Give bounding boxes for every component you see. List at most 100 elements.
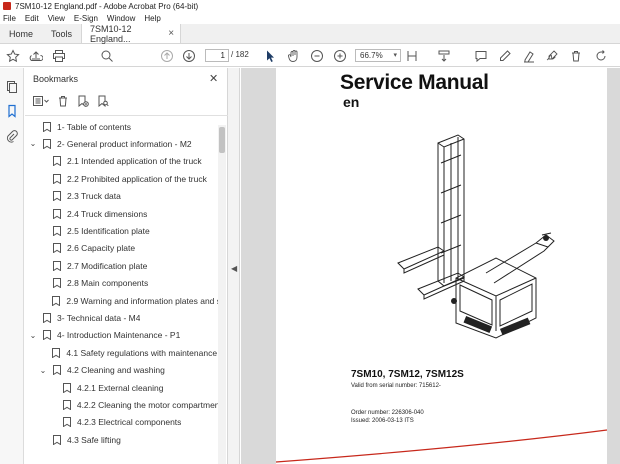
bookmark-item[interactable]: ⌄ 4- Introduction Maintenance - P1	[25, 327, 219, 344]
bookmark-item[interactable]: 4.2.3 Electrical components	[25, 414, 219, 431]
chevron-down-icon[interactable]: ⌄	[29, 139, 37, 148]
bookmark-label: 3- Technical data - M4	[57, 312, 141, 323]
tab-document[interactable]: 7SM10-12 England... ×	[81, 23, 182, 44]
hand-tool-icon[interactable]	[287, 48, 301, 64]
attachments-icon[interactable]	[5, 130, 19, 144]
bookmark-icon	[53, 173, 61, 184]
comment-icon[interactable]	[474, 48, 488, 64]
menu-bar: File Edit View E-Sign Window Help	[0, 12, 620, 24]
bookmark-item[interactable]: 2.2 Prohibited application of the truck	[25, 170, 219, 187]
menu-esign[interactable]: E-Sign	[74, 14, 98, 23]
sign-icon[interactable]	[545, 48, 559, 64]
bookmark-item[interactable]: 3- Technical data - M4	[25, 309, 219, 326]
bookmark-item[interactable]: 2.8 Main components	[25, 275, 219, 292]
delete-bookmark-icon[interactable]	[57, 95, 69, 109]
bookmark-item[interactable]: 2.9 Warning and information plates and s…	[25, 292, 219, 309]
page-number-input[interactable]: 1	[205, 49, 229, 62]
tab-bar: Home Tools 7SM10-12 England... ×	[0, 24, 620, 44]
bookmark-icon	[52, 295, 61, 306]
menu-help[interactable]: Help	[144, 14, 160, 23]
bookmark-icon	[53, 434, 61, 445]
zoom-search-icon[interactable]	[100, 48, 114, 64]
find-bookmark-icon[interactable]	[97, 95, 109, 109]
bookmark-item[interactable]: 1- Table of contents	[25, 118, 219, 135]
bookmark-item[interactable]: 2.7 Modification plate	[25, 257, 219, 274]
bookmark-item[interactable]: 2.1 Intended application of the truck	[25, 153, 219, 170]
scrollbar-thumb[interactable]	[219, 127, 225, 153]
menu-window[interactable]: Window	[107, 14, 135, 23]
document-viewer[interactable]: Service Manual en 7SM10, 7SM12, 7SM12S V…	[241, 68, 620, 464]
divider	[25, 115, 228, 116]
bookmark-icon	[63, 382, 71, 393]
bookmark-item[interactable]: 2.5 Identification plate	[25, 222, 219, 239]
bookmarks-icon[interactable]	[5, 104, 19, 118]
bookmarks-scrollbar[interactable]	[218, 125, 226, 464]
bookmark-label: 4- Introduction Maintenance - P1	[57, 330, 181, 341]
bookmark-label: 2.7 Modification plate	[67, 260, 148, 271]
zoom-out-icon[interactable]	[310, 48, 324, 64]
bookmark-item[interactable]: 4.2.2 Cleaning the motor compartment	[25, 396, 219, 413]
bookmark-label: 2.3 Truck data	[67, 191, 121, 202]
chevron-down-icon: ▾	[393, 52, 397, 59]
tab-home[interactable]: Home	[0, 24, 42, 43]
close-tab-icon[interactable]: ×	[168, 28, 174, 39]
tab-document-label: 7SM10-12 England...	[90, 23, 132, 44]
highlight-icon[interactable]	[522, 48, 536, 64]
print-icon[interactable]	[52, 48, 66, 64]
panel-splitter[interactable]: ◀	[228, 68, 240, 464]
options-menu-icon[interactable]	[33, 95, 49, 109]
zoom-level-value: 66.7%	[360, 51, 383, 60]
bookmark-label: 2.4 Truck dimensions	[67, 208, 148, 219]
bookmark-label: 2.5 Identification plate	[67, 225, 150, 236]
bookmark-icon	[53, 365, 61, 376]
scroll-mode-icon[interactable]	[437, 48, 451, 64]
next-page-icon[interactable]	[182, 48, 196, 64]
bookmark-item[interactable]: ⌄ 4.2 Cleaning and washing	[25, 362, 219, 379]
collapse-panel-icon[interactable]: ◀	[231, 264, 237, 273]
bookmark-item[interactable]: 2.4 Truck dimensions	[25, 205, 219, 222]
previous-page-icon[interactable]	[160, 48, 174, 64]
menu-edit[interactable]: Edit	[25, 14, 39, 23]
page-fit-icon[interactable]	[405, 48, 419, 64]
bookmark-item[interactable]: 2.6 Capacity plate	[25, 240, 219, 257]
pdf-page: Service Manual en 7SM10, 7SM12, 7SM12S V…	[276, 68, 607, 464]
bookmark-icon	[43, 121, 51, 132]
bookmark-item[interactable]: 2.3 Truck data	[25, 188, 219, 205]
bookmark-label: 2.1 Intended application of the truck	[67, 156, 202, 167]
tab-tools[interactable]: Tools	[42, 24, 81, 43]
chevron-down-icon[interactable]: ⌄	[29, 331, 37, 340]
bookmarks-tree: 1- Table of contents ⌄ 2- General product …	[25, 118, 219, 464]
bookmark-icon	[43, 312, 51, 323]
bookmark-label: 4.2.2 Cleaning the motor compartment	[76, 399, 219, 410]
bookmark-icon	[53, 278, 61, 289]
delete-icon[interactable]	[569, 48, 583, 64]
bookmark-item[interactable]: 4.1 Safety regulations with maintenance …	[25, 344, 219, 361]
bookmark-icon	[53, 260, 61, 271]
new-bookmark-icon[interactable]	[77, 95, 89, 109]
rotate-icon[interactable]	[594, 48, 608, 64]
bookmark-icon	[53, 208, 61, 219]
title-bar: 7SM10-12 England.pdf - Adobe Acrobat Pro…	[0, 0, 620, 12]
bookmark-label: 4.2.3 Electrical components	[77, 417, 182, 428]
chevron-down-icon[interactable]: ⌄	[39, 366, 47, 375]
page-total: / 182	[231, 50, 249, 59]
bookmark-item[interactable]: ⌄ 2- General product information - M2	[25, 135, 219, 152]
bookmark-item[interactable]: 4.2.1 External cleaning	[25, 379, 219, 396]
bookmark-label: 4.1 Safety regulations with maintenance …	[66, 347, 219, 358]
close-panel-icon[interactable]: ✕	[209, 72, 218, 85]
menu-view[interactable]: View	[48, 14, 65, 23]
red-accent-curve	[276, 429, 607, 463]
upload-icon[interactable]	[29, 48, 43, 64]
bookmark-item[interactable]: 4.3 Safe lifting	[25, 431, 219, 448]
menu-file[interactable]: File	[3, 14, 16, 23]
zoom-level-select[interactable]: 66.7% ▾	[355, 49, 401, 62]
star-icon[interactable]	[6, 48, 20, 64]
pen-icon[interactable]	[498, 48, 512, 64]
bookmark-icon	[43, 330, 51, 341]
zoom-in-icon[interactable]	[333, 48, 347, 64]
page-thumbnails-icon[interactable]	[5, 80, 19, 94]
bookmarks-panel: Bookmarks ✕ 1- Table of contents ⌄ 2- Gene…	[25, 68, 228, 464]
bookmark-icon	[63, 417, 71, 428]
select-cursor-icon[interactable]	[263, 48, 277, 64]
bookmark-icon	[53, 156, 61, 167]
